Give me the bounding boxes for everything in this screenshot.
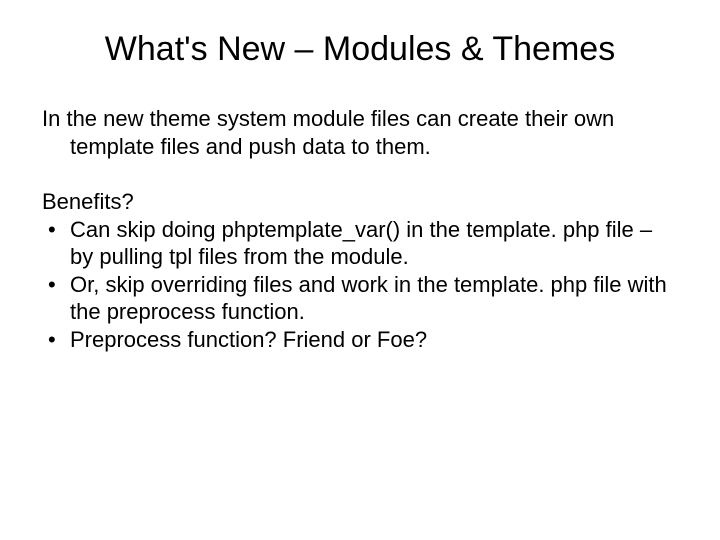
slide: What's New – Modules & Themes In the new… bbox=[0, 0, 720, 540]
slide-title: What's New – Modules & Themes bbox=[42, 30, 678, 69]
benefits-label: Benefits? bbox=[42, 188, 678, 216]
benefits-list: Can skip doing phptemplate_var() in the … bbox=[42, 216, 678, 354]
intro-paragraph: In the new theme system module files can… bbox=[42, 105, 678, 160]
list-item: Or, skip overriding files and work in th… bbox=[42, 271, 678, 326]
slide-body: In the new theme system module files can… bbox=[42, 105, 678, 353]
list-item: Preprocess function? Friend or Foe? bbox=[42, 326, 678, 354]
list-item: Can skip doing phptemplate_var() in the … bbox=[42, 216, 678, 271]
